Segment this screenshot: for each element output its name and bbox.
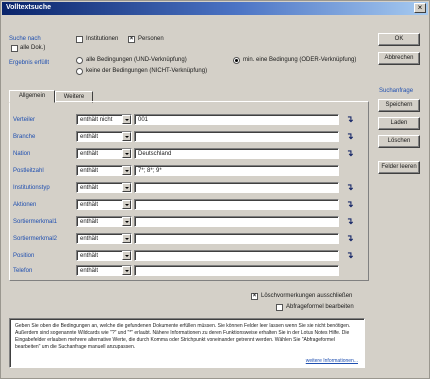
operator-value: enthält — [80, 202, 99, 208]
value-input-sortiermerkmal1[interactable] — [134, 216, 339, 227]
window-title: Volltextsuche — [6, 4, 51, 11]
tab-general[interactable]: Allgemein — [9, 90, 55, 103]
cancel-button[interactable]: Abbrechen — [378, 52, 420, 65]
picker-icon[interactable]: ↴ — [346, 115, 358, 125]
value-input-telefon[interactable] — [134, 265, 339, 276]
operator-select-aktionen[interactable]: enthält — [76, 199, 132, 210]
row-label-institutionstyp: Institutionstyp — [13, 185, 50, 191]
save-query-button[interactable]: Speichern — [378, 99, 420, 112]
more-info-link[interactable]: weitere Informationen... — [306, 358, 358, 364]
row-label-sortiermerkmal2: Sortiermerkmal2 — [13, 236, 58, 242]
radio-no-condition[interactable] — [76, 68, 83, 75]
institutionen-label: Institutionen — [86, 36, 119, 42]
fulltext-search-dialog: Volltextsuche × Suche nach alle Dok.) In… — [0, 0, 430, 379]
operator-select-sortiermerkmal2[interactable]: enthält — [76, 233, 132, 244]
row-label-verteiler: Verteiler — [13, 117, 36, 123]
operator-select-institutionstyp[interactable]: enthält — [76, 182, 132, 193]
delete-query-button[interactable]: Löschen — [378, 135, 420, 148]
picker-icon[interactable]: ↴ — [346, 251, 358, 261]
row-label-postleitzahl: Postleitzahl — [13, 168, 44, 174]
radio-min-one-condition[interactable] — [233, 57, 240, 64]
chevron-down-icon[interactable] — [122, 200, 131, 209]
chevron-down-icon[interactable] — [122, 183, 131, 192]
edit-formula-label: Abfrageformel bearbeiten — [286, 304, 354, 310]
all-docs-checkbox[interactable] — [11, 45, 18, 52]
value-input-sortiermerkmal2[interactable] — [134, 233, 339, 244]
picker-icon[interactable]: ↴ — [346, 132, 358, 142]
result-label: Ergebnis erfüllt — [9, 60, 50, 66]
chevron-down-icon[interactable] — [122, 115, 131, 124]
chevron-down-icon[interactable] — [122, 266, 131, 275]
personen-label: Personen — [138, 36, 164, 42]
operator-select-verteiler[interactable]: enthält nicht — [76, 114, 132, 125]
clear-fields-button[interactable]: Felder leeren — [378, 161, 420, 174]
help-text: Geben Sie oben die Bedingungen an, welch… — [15, 323, 351, 350]
chevron-down-icon[interactable] — [122, 234, 131, 243]
input-value: 001 — [138, 117, 149, 123]
search-in-label: Suche nach — [9, 36, 41, 42]
value-input-institutionstyp[interactable] — [134, 182, 339, 193]
chevron-down-icon[interactable] — [122, 149, 131, 158]
row-label-branche: Branche — [13, 134, 36, 140]
row-label-telefon: Telefon — [13, 268, 33, 274]
chevron-down-icon[interactable] — [122, 251, 131, 260]
operator-value: enthält nicht — [80, 117, 113, 123]
row-label-aktionen: Aktionen — [13, 202, 37, 208]
operator-value: enthält — [80, 253, 99, 259]
chevron-down-icon[interactable] — [122, 166, 131, 175]
exclude-deleted-checkbox[interactable]: × — [251, 293, 258, 300]
load-query-button[interactable]: Laden — [378, 117, 420, 130]
value-input-aktionen[interactable] — [134, 199, 339, 210]
value-input-postleitzahl[interactable]: 7*; 8*; 9* — [134, 165, 339, 176]
operator-value: enthält — [80, 168, 99, 174]
picker-icon[interactable]: ↴ — [346, 217, 358, 227]
chevron-down-icon[interactable] — [122, 132, 131, 141]
radio-no-condition-label: keine der Bedingungen (NICHT-Verknüpfung… — [86, 68, 208, 74]
row-label-nation: Nation — [13, 151, 31, 157]
picker-icon[interactable]: ↴ — [346, 200, 358, 210]
operator-select-telefon[interactable]: enthält — [76, 265, 132, 276]
operator-value: enthält — [80, 151, 99, 157]
row-label-position: Position — [13, 253, 35, 259]
close-icon[interactable]: × — [414, 3, 426, 13]
operator-value: enthält — [80, 236, 99, 242]
picker-icon[interactable]: ↴ — [346, 183, 358, 193]
operator-value: enthält — [80, 134, 99, 140]
value-input-position[interactable] — [134, 250, 339, 261]
operator-select-branche[interactable]: enthält — [76, 131, 132, 142]
personen-checkbox[interactable]: × — [128, 36, 135, 43]
value-input-nation[interactable]: Deutschland — [134, 148, 339, 159]
operator-value: enthält — [80, 268, 99, 274]
operator-select-sortiermerkmal1[interactable]: enthält — [76, 216, 132, 227]
value-input-branche[interactable] — [134, 131, 339, 142]
all-docs-label: alle Dok.) — [20, 45, 46, 51]
query-group-label: Suchanfrage — [379, 88, 414, 94]
picker-icon[interactable]: ↴ — [346, 234, 358, 244]
input-value: Deutschland — [138, 151, 172, 157]
radio-all-conditions-label: alle Bedingungen (UND-Verknüpfung) — [86, 57, 187, 63]
operator-value: enthält — [80, 219, 99, 225]
row-label-sortiermerkmal1: Sortiermerkmal1 — [13, 219, 58, 225]
radio-min-one-condition-label: min. eine Bedingung (ODER-Verknüpfung) — [243, 57, 357, 63]
chevron-down-icon[interactable] — [122, 217, 131, 226]
operator-select-position[interactable]: enthält — [76, 250, 132, 261]
help-text-box: Geben Sie oben die Bedingungen an, welch… — [9, 318, 365, 368]
operator-value: enthält — [80, 185, 99, 191]
input-value: 7*; 8*; 9* — [138, 168, 162, 174]
operator-select-nation[interactable]: enthält — [76, 148, 132, 159]
value-input-verteiler[interactable]: 001 — [134, 114, 339, 125]
radio-all-conditions[interactable] — [76, 57, 83, 64]
ok-button[interactable]: OK — [378, 33, 420, 46]
title-bar: Volltextsuche × — [2, 2, 428, 15]
institutionen-checkbox[interactable] — [76, 36, 83, 43]
picker-icon[interactable]: ↴ — [346, 149, 358, 159]
operator-select-postleitzahl[interactable]: enthält — [76, 165, 132, 176]
exclude-deleted-label: Löschvormerkungen ausschließen — [261, 293, 353, 299]
edit-formula-checkbox[interactable] — [276, 304, 283, 311]
